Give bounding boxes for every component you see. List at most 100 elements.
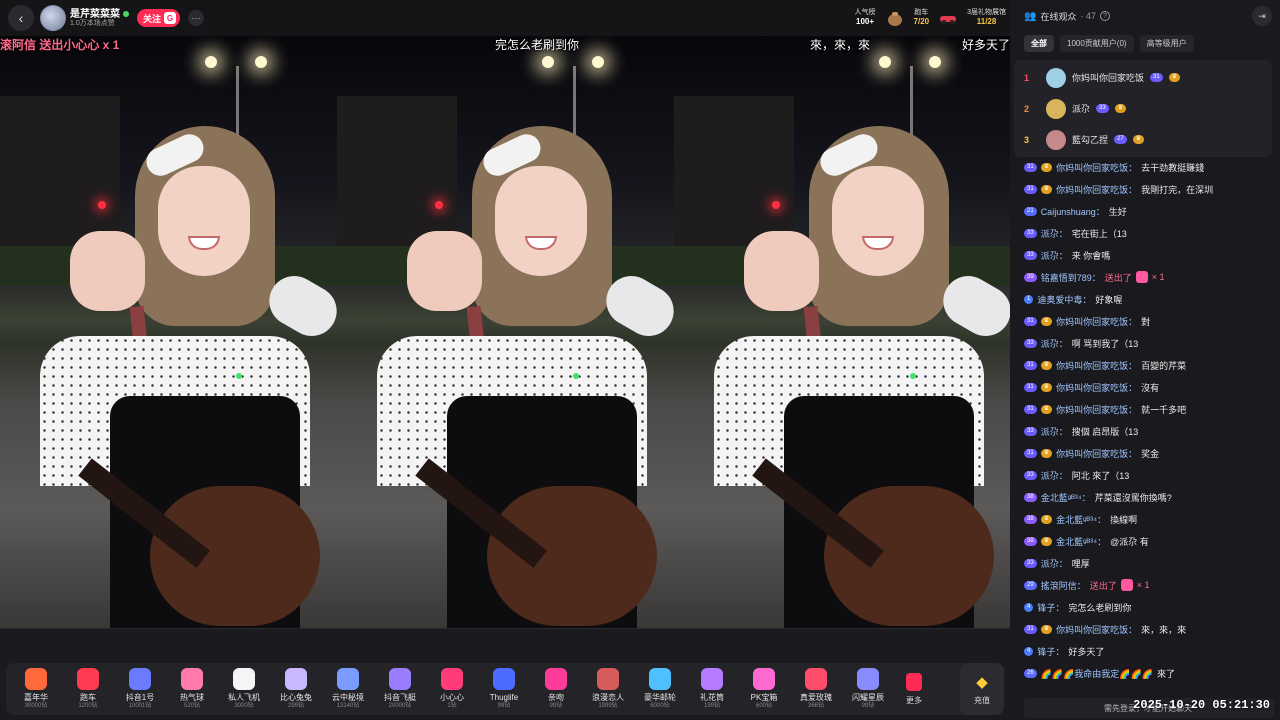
gift-item[interactable]: 嘉年华 30000钻 [10, 668, 62, 709]
chat-username[interactable]: 你妈叫你回家吃饭： [1056, 403, 1137, 416]
avatar [1046, 67, 1066, 88]
chat-message[interactable]: 39 铭嘉悟到789： 送出了 × 1 [1024, 266, 1280, 288]
gift-item[interactable]: 小心心 1钻 [426, 668, 478, 709]
chat-message[interactable]: 29 搖滾阿信： 送出了 × 1 [1024, 574, 1280, 596]
gift-item[interactable]: 抖音1号 10001钻 [114, 668, 166, 709]
chat-message[interactable]: 33 派尕： 阿北 來了（13 [1024, 464, 1280, 486]
more-options-button[interactable]: ··· [188, 10, 205, 26]
chat-username[interactable]: 派尕： [1041, 337, 1068, 350]
chat-username[interactable]: 锋子： [1037, 601, 1064, 614]
gift-price: 600钻 [755, 702, 772, 709]
chat-message[interactable]: 21 Caijunshuang： 生好 [1024, 200, 1280, 222]
chat-message[interactable]: 4 锋子： 完怎么老刷到你 [1024, 596, 1280, 618]
gift-name: 比心兔兔 [280, 693, 312, 703]
chat-username[interactable]: 你妈叫你回家吃饭： [1056, 447, 1137, 460]
tab-top-contributors[interactable]: 1000贡献用户(0) [1060, 34, 1134, 52]
chat-text: 啊 骂到我了（13 [1071, 338, 1139, 349]
rose-icon [805, 668, 827, 691]
streamer-info[interactable]: 是芹菜菜菜 1.0万本场点赞 [70, 9, 129, 28]
gift-item[interactable]: 比心兔兔 299钻 [270, 668, 322, 709]
chat-username[interactable]: 金北藍ᵍᴮ³⁴： [1041, 491, 1091, 504]
chat-message[interactable]: 1 迪奥爱中毒： 好象喔 [1024, 288, 1280, 310]
chat-username[interactable]: 派尕： [1041, 425, 1068, 438]
chat-username[interactable]: 派尕： [1041, 557, 1068, 570]
level-badge: 29 [1024, 580, 1037, 590]
audience-rank-row[interactable]: 3 藍勾乙捏 27 ♛ [1014, 124, 1272, 155]
level-badge: 31 [1150, 73, 1163, 82]
recharge-button[interactable]: ◆ 充值 [960, 663, 1004, 715]
chat-message[interactable]: 4 锋子： 好多天了 [1024, 640, 1280, 662]
chat-username[interactable]: 派尕： [1041, 227, 1068, 240]
chat-username[interactable]: 铭嘉悟到789： [1041, 271, 1101, 284]
chat-message[interactable]: 26 🌈🌈🌈我命由我定🌈🌈🌈 來了 [1024, 662, 1280, 684]
chat-username[interactable]: 你妈叫你回家吃饭： [1056, 315, 1137, 328]
chat-username[interactable]: 金北藍ᵍᴮ³⁴： [1056, 535, 1106, 548]
gift-item[interactable]: 亲吻 99钻 [530, 668, 582, 709]
level-badge: 33 [1024, 470, 1037, 480]
chat-text: 宅在街上（13 [1071, 228, 1127, 239]
audience-rank-row[interactable]: 1 你妈叫你回家吃饭 31 ♛ [1014, 62, 1272, 93]
chat-username[interactable]: 金北藍ᵍᴮ³⁴： [1056, 513, 1106, 526]
tab-all[interactable]: 全部 [1024, 34, 1054, 52]
gift-item[interactable]: 私人飞机 3000钻 [218, 668, 270, 709]
chat-message[interactable]: 33 派尕： 搜個 启昂版（13 [1024, 420, 1280, 442]
chat-message[interactable]: 33 派尕：啊 骂到我了（13 [1024, 332, 1280, 354]
chat-username[interactable]: 🌈🌈🌈我命由我定🌈🌈🌈 [1041, 667, 1153, 680]
chat-username[interactable]: 你妈叫你回家吃饭： [1056, 161, 1137, 174]
popularity-rank[interactable]: 人气榜 100+ [855, 9, 876, 27]
video-panel-right [674, 36, 1010, 628]
chat-message[interactable]: 31 ♛ 你妈叫你回家吃饭： 就一千多吧 [1024, 398, 1280, 420]
chat-message[interactable]: 38 ♛ 金北藍ᵍᴮ³⁴： 換線啊 [1024, 508, 1280, 530]
chat-username[interactable]: 你妈叫你回家吃饭： [1056, 381, 1137, 394]
chat-message[interactable]: 31 ♛ 你妈叫你回家吃饭： 我剛打完，在深圳 [1024, 178, 1280, 200]
gift-item[interactable]: 热气球 520钻 [166, 668, 218, 709]
gift-item[interactable]: 闪耀星辰 99钻 [842, 668, 894, 709]
gift-item[interactable]: 豪华邮轮 6000钻 [634, 668, 686, 709]
gift-item[interactable]: 真爱玫瑰 366钻 [790, 668, 842, 709]
gift-name: 浪漫恋人 [592, 693, 624, 703]
chat-text: 就一千多吧 [1141, 404, 1187, 415]
crown-icon: ♛ [1114, 104, 1127, 113]
chat-username[interactable]: 锋子： [1037, 645, 1064, 658]
gift-item[interactable]: 抖音飞艇 20000钻 [374, 668, 426, 709]
collapse-sidebar-button[interactable]: ⇥ [1252, 6, 1272, 26]
chat-message[interactable]: 38 金北藍ᵍᴮ³⁴： 芹菜還沒罵你換嗎? [1024, 486, 1280, 508]
gift-item[interactable]: 礼花筒 199钻 [686, 668, 738, 709]
gift-event-progress[interactable]: 3届礼物展馆 11/28 [967, 9, 1006, 27]
chat-username[interactable]: 搖滾阿信： [1041, 579, 1086, 592]
streamer-avatar[interactable] [40, 5, 66, 31]
gift-item[interactable]: PK宝箱 600钻 [738, 668, 790, 709]
chat-username[interactable]: Caijunshuang： [1041, 205, 1105, 218]
chat-username[interactable]: 迪奥爱中毒： [1037, 293, 1091, 306]
chat-message[interactable]: 31 ♛ 你妈叫你回家吃饭： 對 [1024, 310, 1280, 332]
back-button[interactable]: ‹ [8, 5, 34, 31]
chat-message[interactable]: 31 ♛ 你妈叫你回家吃饭： 來，來，來 [1024, 618, 1280, 640]
tab-high-level[interactable]: 高等级用户 [1139, 34, 1194, 52]
chat-message[interactable]: 33 派尕： 宅在街上（13 [1024, 222, 1280, 244]
audience-rank-row[interactable]: 2 派尕 33 ♛ [1014, 93, 1272, 124]
chat-message[interactable]: 33 派尕：来 你會嗎 [1024, 244, 1280, 266]
chat-username[interactable]: 你妈叫你回家吃饭： [1056, 183, 1137, 196]
chat-message[interactable]: 31 ♛ 你妈叫你回家吃饭： 百變的芹菜 [1024, 354, 1280, 376]
chat-message[interactable]: 31 ♛ 你妈叫你回家吃饭： 沒有 [1024, 376, 1280, 398]
chat-text: 去干劲教挺賺錢 [1141, 162, 1205, 173]
follow-button[interactable]: 关注 G [137, 9, 181, 27]
chat-message[interactable]: 33 派尕： 哩厚 [1024, 552, 1280, 574]
chat-username[interactable]: 你妈叫你回家吃饭： [1056, 359, 1137, 372]
help-icon[interactable]: ? [1099, 11, 1110, 21]
gift-name: 云中秘境 [332, 693, 364, 703]
gift-item[interactable]: 浪漫恋人 1999钻 [582, 668, 634, 709]
chat-message[interactable]: 38 ♛ 金北藍ᵍᴮ³⁴： @派尕 有 [1024, 530, 1280, 552]
gift-item[interactable]: Thuglife 99钻 [478, 668, 530, 709]
gift-item[interactable]: 跑车 1200钻 [62, 668, 114, 709]
gift-item[interactable]: 云中秘境 13140钻 [322, 668, 374, 709]
chat-messages[interactable]: 31 ♛ 你妈叫你回家吃饭： 去干劲教挺賺錢 31 ♛ 你妈叫你回家吃饭： 我剛打完，在深圳 2… [1010, 156, 1280, 696]
live-video[interactable] [0, 36, 1010, 628]
chat-message[interactable]: 31 ♛ 你妈叫你回家吃饭： 奖金 [1024, 442, 1280, 464]
chat-username[interactable]: 派尕： [1041, 249, 1068, 262]
chat-message[interactable]: 31 ♛ 你妈叫你回家吃饭： 去干劲教挺賺錢 [1024, 156, 1280, 178]
chat-username[interactable]: 派尕： [1041, 469, 1068, 482]
chat-username[interactable]: 你妈叫你回家吃饭： [1056, 623, 1137, 636]
race-progress[interactable]: 跑车 7/20 [914, 9, 930, 27]
more-gifts-button[interactable]: 更多 [894, 672, 934, 706]
